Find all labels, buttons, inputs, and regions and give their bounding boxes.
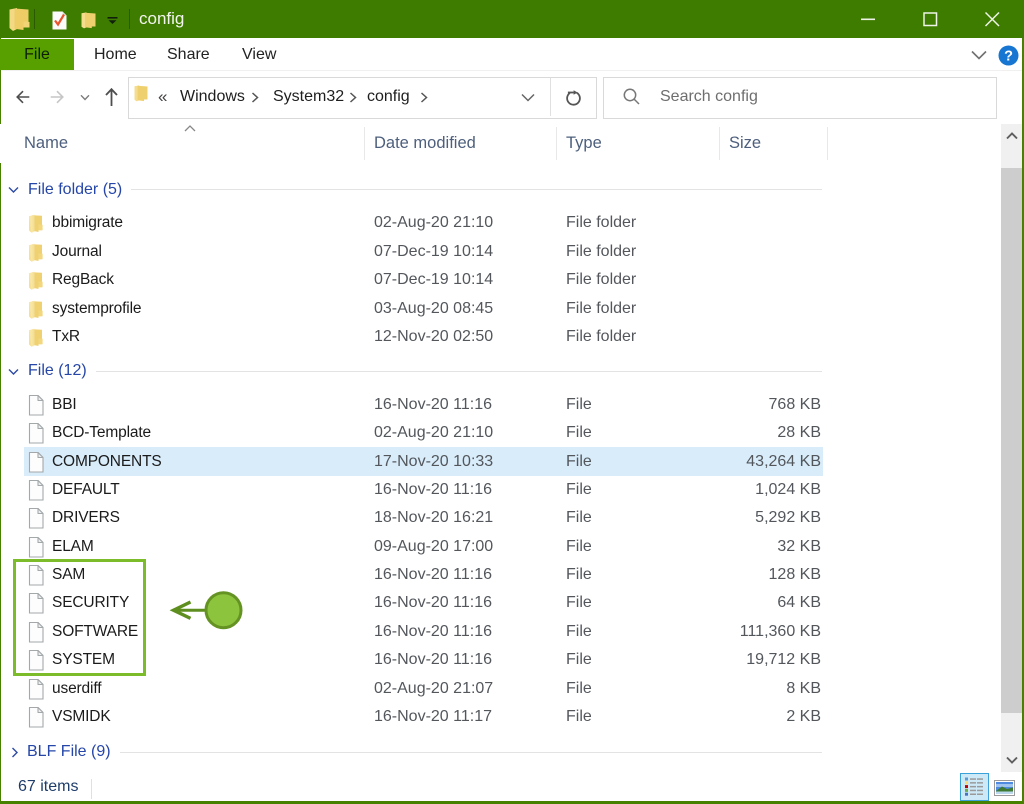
svg-text:?: ? <box>1004 48 1013 64</box>
